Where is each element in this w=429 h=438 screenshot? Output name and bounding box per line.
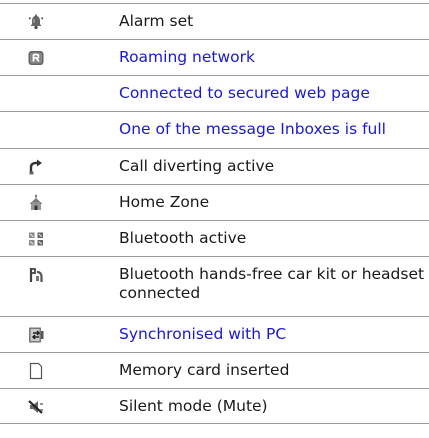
row-label: One of the message Inboxes is full: [119, 120, 386, 138]
table-row: Synchronised with PC: [0, 316, 429, 352]
call-divert-arrow-icon: [0, 149, 72, 184]
row-label: Home Zone: [119, 193, 210, 211]
row-label: Alarm set: [119, 12, 194, 30]
table-row: Roaming network: [0, 39, 429, 75]
row-label: Bluetooth active: [119, 229, 247, 247]
empty-icon-cell: [0, 76, 72, 111]
table-row: Bluetooth active: [0, 220, 429, 256]
memory-card-icon: [0, 353, 72, 388]
status-icon-table: Alarm set Roaming network Connected to s…: [0, 3, 429, 424]
home-zone-house-icon: [0, 185, 72, 220]
row-label: Connected to secured web page: [119, 84, 370, 102]
table-row: Bluetooth hands-free car kit or headset …: [0, 256, 429, 316]
bluetooth-icon: [0, 221, 72, 256]
row-label: Silent mode (Mute): [119, 397, 268, 415]
alarm-bell-icon: [0, 4, 72, 39]
row-label: Memory card inserted: [119, 361, 290, 379]
empty-icon-cell: [0, 112, 72, 148]
mute-speaker-icon: [0, 389, 72, 423]
table-row: Alarm set: [0, 3, 429, 39]
row-label: Call diverting active: [119, 157, 275, 175]
table-row: Silent mode (Mute): [0, 388, 429, 424]
roaming-r-icon: [0, 40, 72, 75]
row-label: Bluetooth hands-free car kit or headset …: [119, 265, 425, 302]
row-label: Roaming network: [119, 48, 255, 66]
table-row: One of the message Inboxes is full: [0, 111, 429, 148]
pc-sync-icon: [0, 317, 72, 352]
table-row: Home Zone: [0, 184, 429, 220]
table-row: Call diverting active: [0, 148, 429, 184]
row-label: Synchronised with PC: [119, 325, 287, 343]
table-row: Memory card inserted: [0, 352, 429, 388]
table-row: Connected to secured web page: [0, 75, 429, 111]
car-kit-headset-icon: [0, 257, 72, 316]
